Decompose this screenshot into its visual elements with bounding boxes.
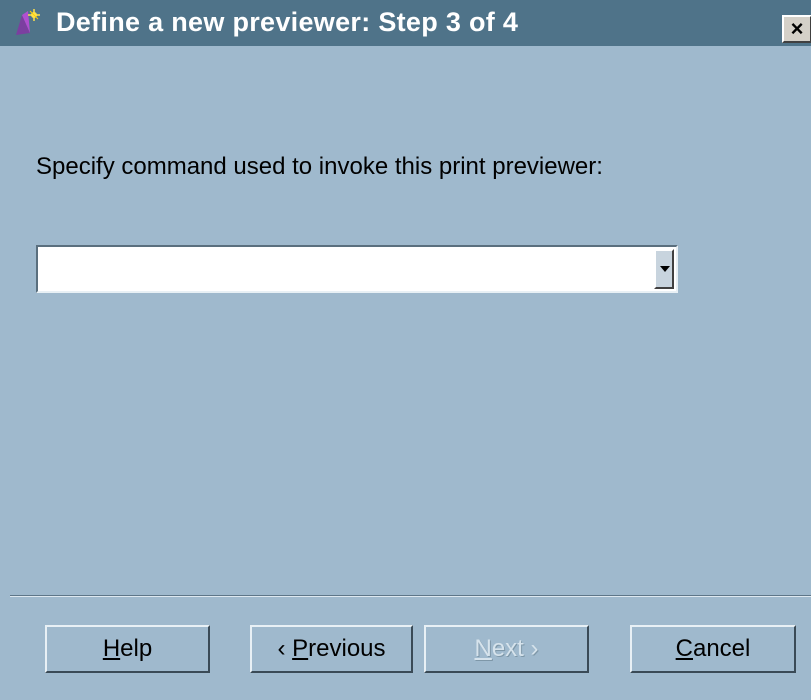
dropdown-arrow-icon (660, 266, 670, 272)
command-prompt-label: Specify command used to invoke this prin… (36, 153, 603, 180)
dropdown-arrow-button[interactable] (654, 249, 674, 289)
wizard-icon (16, 9, 40, 35)
close-icon: × (790, 16, 804, 41)
cancel-button[interactable]: Cancel (630, 625, 796, 673)
next-button[interactable]: Next › (424, 625, 589, 673)
command-combobox[interactable] (36, 245, 678, 293)
command-input[interactable] (44, 251, 638, 289)
footer-divider (10, 595, 811, 597)
close-button[interactable]: × (782, 15, 811, 43)
previous-button[interactable]: ‹ Previous (250, 625, 413, 673)
help-button[interactable]: Help (45, 625, 210, 673)
window-title: Define a new previewer: Step 3 of 4 (56, 7, 519, 37)
title-bar: Define a new previewer: Step 3 of 4 × (0, 0, 811, 46)
